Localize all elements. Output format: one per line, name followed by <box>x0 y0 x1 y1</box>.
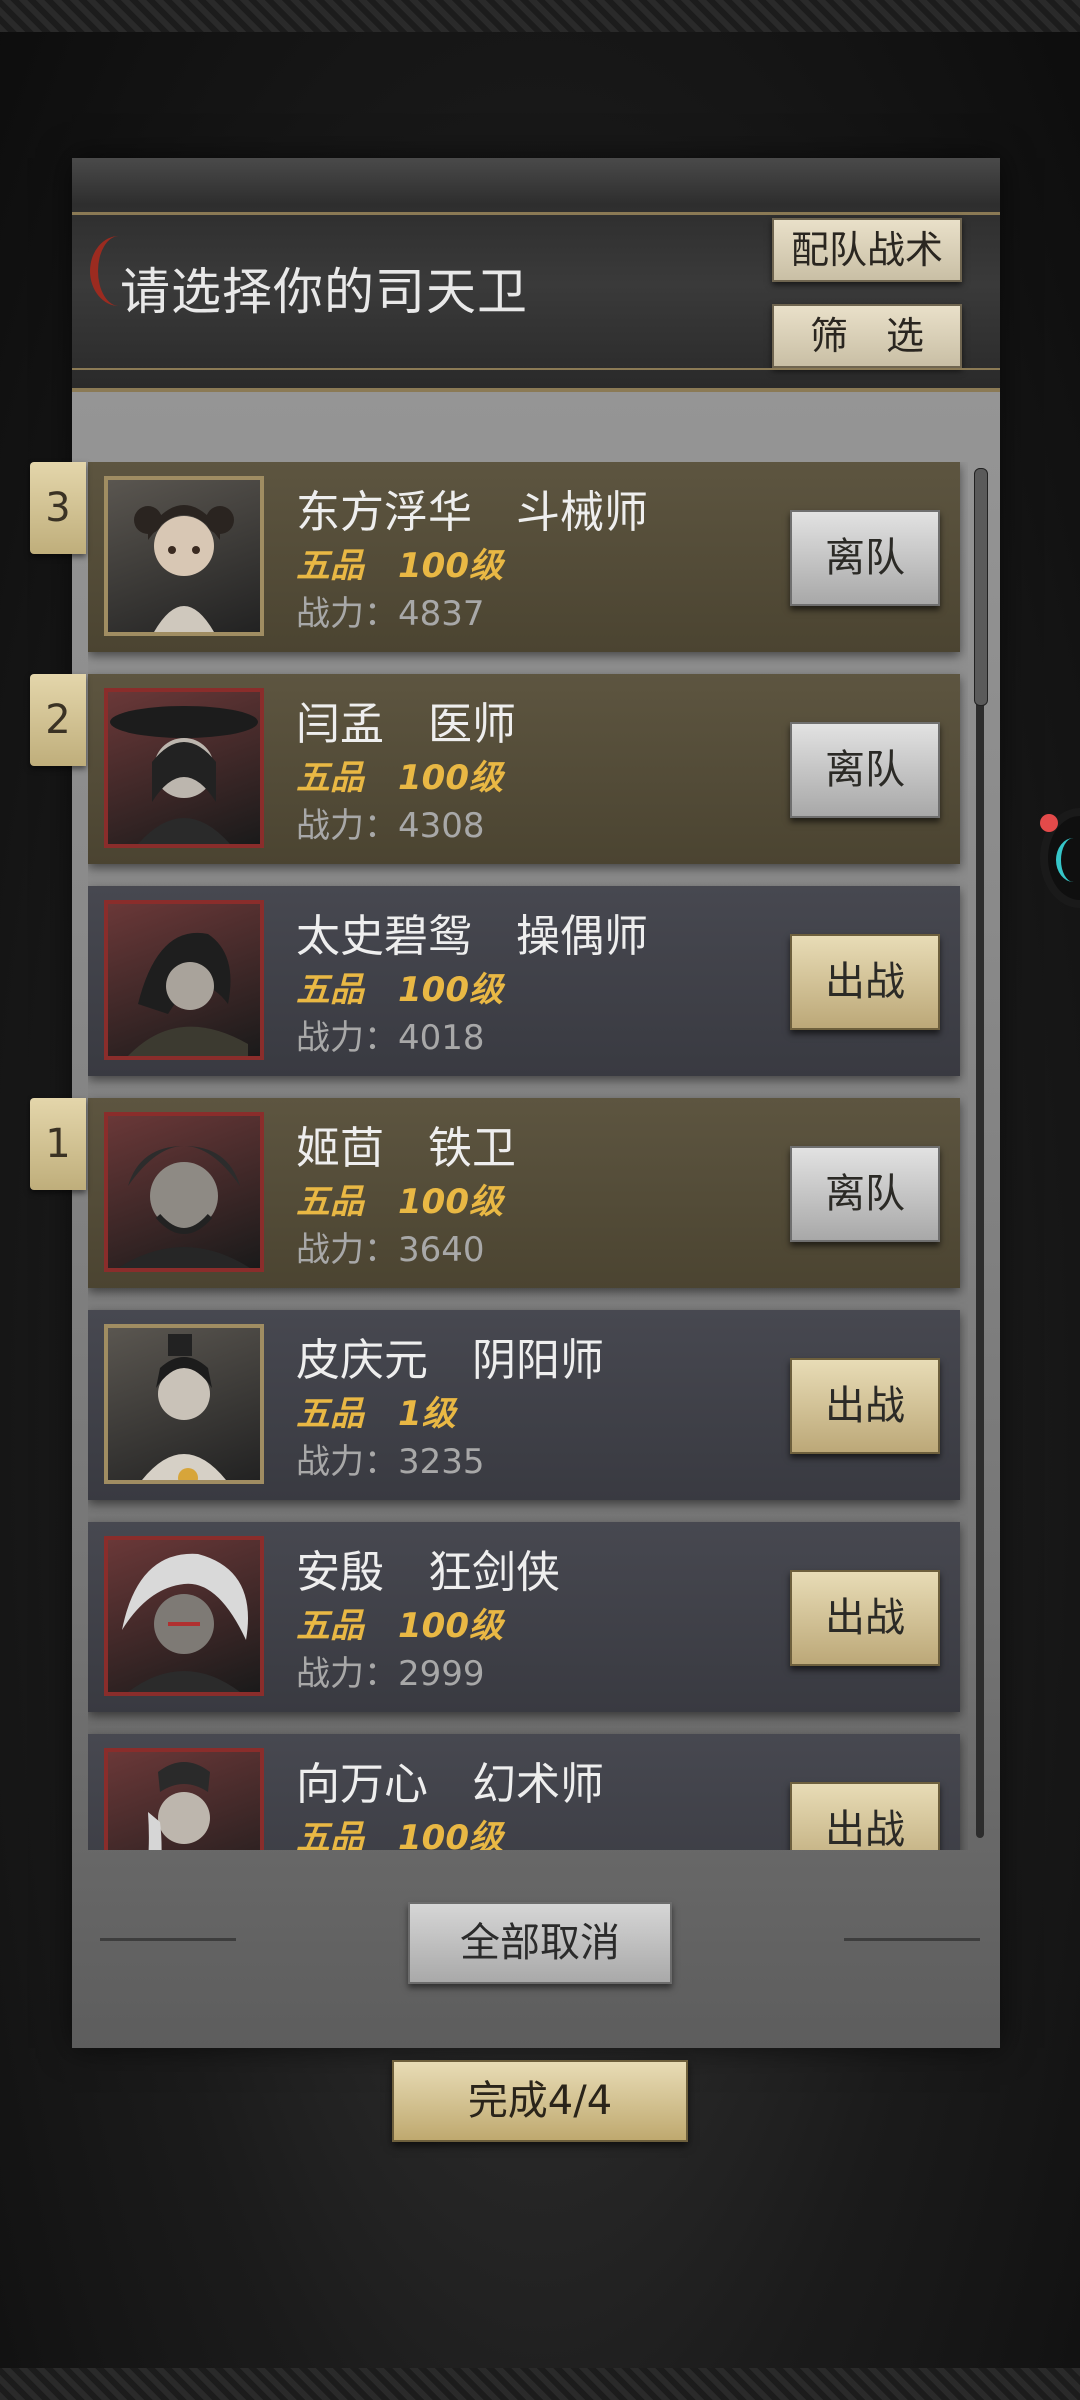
cancel-all-button[interactable]: 全部取消 <box>408 1902 672 1984</box>
character-card[interactable]: 闫孟 医师 五品 100级 战力：4308 离队 <box>88 674 960 864</box>
tactics-button[interactable]: 配队战术 <box>772 218 962 282</box>
character-rank: 五品 100级 <box>296 546 503 586</box>
character-card[interactable]: 姬茴 铁卫 五品 100级 战力：3640 离队 <box>88 1098 960 1288</box>
divider-left <box>100 1938 236 1941</box>
character-name: 东方浮华 斗械师 <box>296 487 648 538</box>
top-decor-band <box>0 0 1080 32</box>
deploy-button[interactable]: 出战 <box>790 1358 940 1454</box>
divider-right <box>844 1938 980 1941</box>
leave-team-button[interactable]: 离队 <box>790 722 940 818</box>
character-portrait <box>104 900 264 1060</box>
filter-button[interactable]: 筛 选 <box>772 304 962 368</box>
character-list[interactable]: 东方浮华 斗械师 五品 100级 战力：4837 离队 闫孟 医师 五品 100… <box>88 462 968 1850</box>
character-name: 姬茴 铁卫 <box>296 1123 516 1174</box>
character-power: 战力：3235 <box>296 1442 485 1482</box>
character-card[interactable]: 东方浮华 斗械师 五品 100级 战力：4837 离队 <box>88 462 960 652</box>
character-card[interactable]: 安殷 狂剑侠 五品 100级 战力：2999 出战 <box>88 1522 960 1712</box>
leave-team-button[interactable]: 离队 <box>790 510 940 606</box>
character-name: 闫孟 医师 <box>296 699 516 750</box>
character-card[interactable]: 向万心 幻术师 五品 100级 出战 <box>88 1734 960 1850</box>
character-portrait <box>104 1324 264 1484</box>
character-rank: 五品 100级 <box>296 1818 503 1850</box>
character-rank: 五品 100级 <box>296 1606 503 1646</box>
character-rank: 五品 100级 <box>296 970 503 1010</box>
panel-header: 请选择你的司天卫 配队战术 筛 选 <box>72 158 1000 392</box>
character-name: 太史碧鸳 操偶师 <box>296 911 648 962</box>
screen: 请选择你的司天卫 配队战术 筛 选 东方浮华 斗械师 五品 100级 战力：48… <box>0 0 1080 2400</box>
character-portrait <box>104 1748 264 1850</box>
deploy-button[interactable]: 出战 <box>790 1570 940 1666</box>
bottom-decor-band <box>0 2368 1080 2400</box>
deploy-button[interactable]: 出战 <box>790 1782 940 1850</box>
character-portrait <box>104 688 264 848</box>
character-power: 战力：2999 <box>296 1654 485 1694</box>
character-power: 战力：3640 <box>296 1230 485 1270</box>
notification-dot <box>1040 814 1058 832</box>
character-card[interactable]: 太史碧鸳 操偶师 五品 100级 战力：4018 出战 <box>88 886 960 1076</box>
leave-team-button[interactable]: 离队 <box>790 1146 940 1242</box>
character-name: 安殷 狂剑侠 <box>296 1547 560 1598</box>
character-rank: 五品 100级 <box>296 1182 503 1222</box>
character-portrait <box>104 1536 264 1696</box>
character-rank: 五品 1级 <box>296 1394 456 1434</box>
scrollbar-thumb[interactable] <box>974 468 988 706</box>
character-name: 向万心 幻术师 <box>296 1759 604 1810</box>
character-rank: 五品 100级 <box>296 758 503 798</box>
character-card[interactable]: 皮庆元 阴阳师 五品 1级 战力：3235 出战 <box>88 1310 960 1500</box>
deploy-button[interactable]: 出战 <box>790 934 940 1030</box>
team-order-badge: 2 <box>30 674 86 766</box>
character-power: 战力：4308 <box>296 806 485 846</box>
done-button[interactable]: 完成4/4 <box>392 2060 688 2142</box>
character-portrait <box>104 476 264 636</box>
character-power: 战力：4018 <box>296 1018 485 1058</box>
team-order-badge: 1 <box>30 1098 86 1190</box>
character-power: 战力：4837 <box>296 594 485 634</box>
panel-title: 请选择你的司天卫 <box>120 263 528 321</box>
team-order-badge: 3 <box>30 462 86 554</box>
character-portrait <box>104 1112 264 1272</box>
character-name: 皮庆元 阴阳师 <box>296 1335 604 1386</box>
